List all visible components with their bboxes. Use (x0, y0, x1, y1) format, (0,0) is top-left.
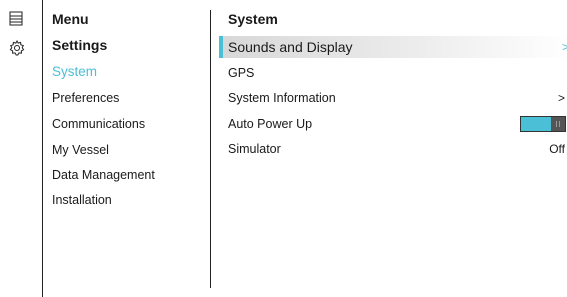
simulator-value: Off (549, 142, 565, 156)
row-system-information[interactable]: System Information > (219, 87, 567, 109)
row-gps[interactable]: GPS (219, 62, 567, 84)
chevron-right-icon: > (561, 40, 567, 54)
row-label: Simulator (228, 142, 281, 156)
chevron-right-icon: > (557, 91, 565, 105)
panel-title: System (228, 11, 278, 27)
toggle-knob (551, 117, 565, 131)
icon-rail (0, 0, 43, 297)
menu-title: Menu (52, 11, 89, 27)
menu-icon[interactable] (8, 10, 26, 28)
nav-item-system[interactable]: System (52, 64, 97, 79)
row-simulator[interactable]: Simulator Off (219, 138, 567, 160)
nav-item-communications[interactable]: Communications (52, 117, 145, 131)
row-label: GPS (228, 66, 255, 80)
row-label: Sounds and Display (228, 39, 353, 55)
row-label: System Information (228, 91, 336, 105)
row-label: Auto Power Up (228, 117, 313, 131)
nav-item-installation[interactable]: Installation (52, 193, 112, 207)
nav-item-preferences[interactable]: Preferences (52, 91, 119, 105)
gear-icon[interactable] (8, 39, 26, 57)
nav-item-my-vessel[interactable]: My Vessel (52, 143, 109, 157)
row-sounds-and-display[interactable]: Sounds and Display > (219, 36, 567, 58)
system-settings-panel: System Sounds and Display > GPS System I… (219, 0, 567, 297)
row-auto-power-up[interactable]: Auto Power Up (219, 113, 567, 135)
auto-power-up-toggle[interactable] (520, 116, 566, 132)
nav-item-data-management[interactable]: Data Management (52, 168, 155, 182)
pane-divider (210, 10, 211, 288)
settings-title: Settings (52, 37, 108, 53)
